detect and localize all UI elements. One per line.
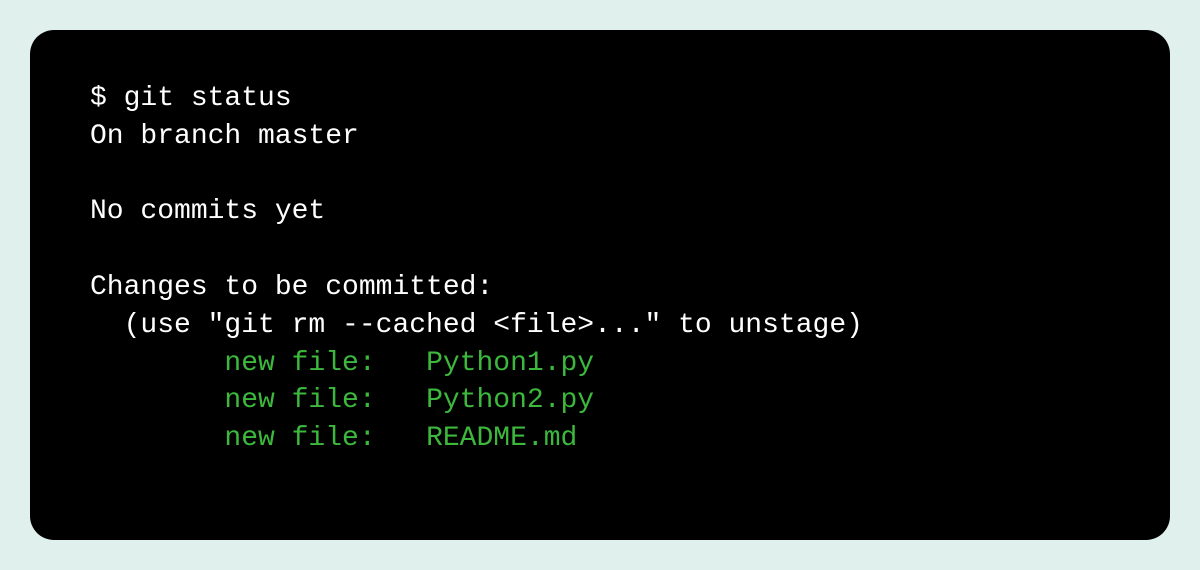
prompt: $ [90,83,124,114]
file-name: README.md [426,423,577,454]
changes-header: Changes to be committed: [90,269,1110,307]
file-name: Python2.py [426,385,594,416]
staged-file: new file: README.md [90,420,1110,458]
blank-line [90,231,1110,269]
branch-info: On branch master [90,118,1110,156]
staged-file: new file: Python2.py [90,382,1110,420]
file-status: new file: [224,423,375,454]
command-text: git status [124,83,292,114]
unstage-hint: (use "git rm --cached <file>..." to unst… [90,307,1110,345]
staged-file: new file: Python1.py [90,345,1110,383]
terminal-window[interactable]: $ git status On branch master No commits… [30,30,1170,540]
file-name: Python1.py [426,348,594,379]
command-line: $ git status [90,80,1110,118]
commits-info: No commits yet [90,193,1110,231]
file-status: new file: [224,385,375,416]
blank-line [90,156,1110,194]
file-status: new file: [224,348,375,379]
